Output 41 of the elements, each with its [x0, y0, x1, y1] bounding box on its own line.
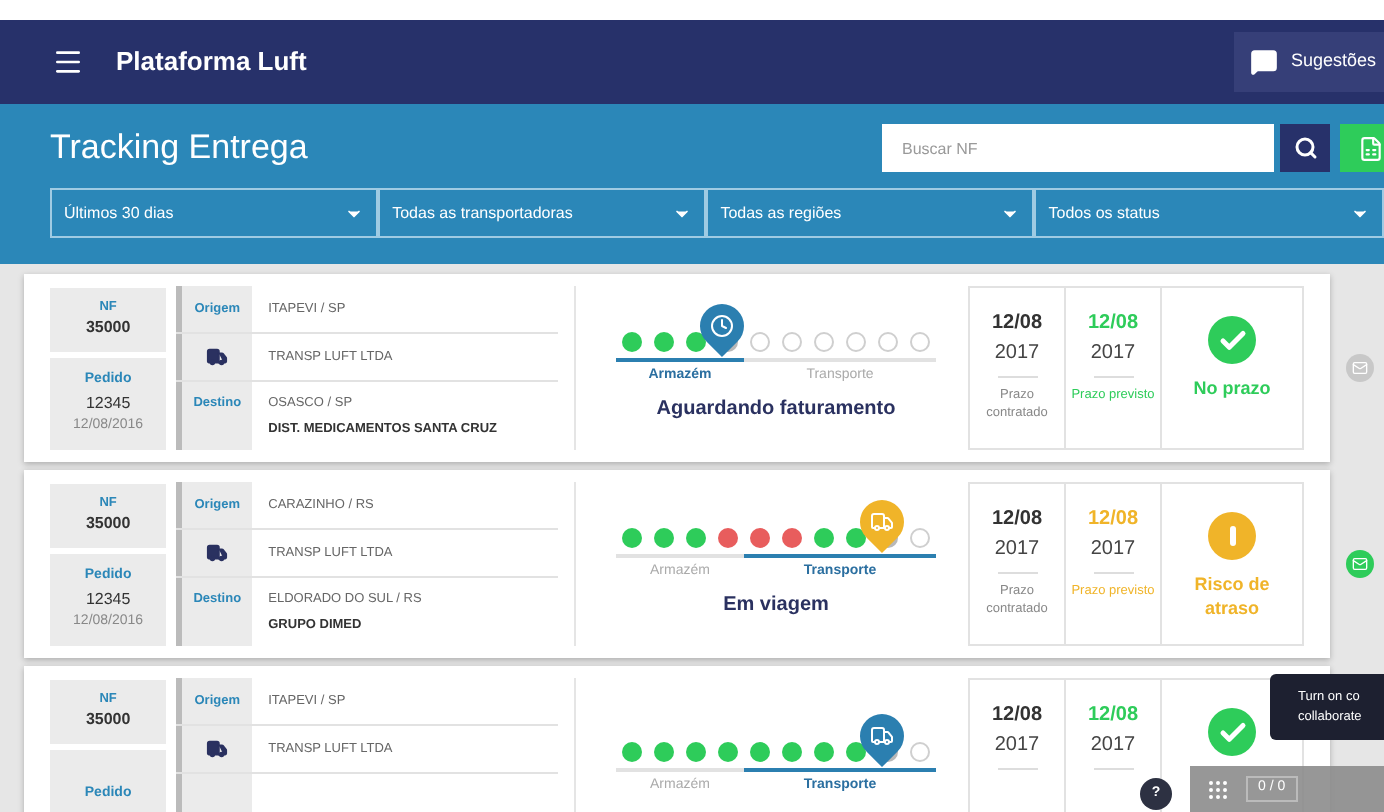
order-number: 12345 [85, 587, 131, 611]
truck-icon [206, 542, 229, 564]
shipment-status: Em viagem [723, 591, 829, 620]
date-year: 2017 [1090, 536, 1136, 564]
suggestions-button[interactable]: Sugestões [1234, 32, 1384, 92]
filter-dropdown[interactable]: Últimos 30 dias [50, 188, 379, 238]
date-year: 2017 [994, 732, 1040, 760]
order-number: 12345 [85, 391, 131, 415]
date-year: 2017 [994, 536, 1040, 564]
date-day: 12/08 [1087, 700, 1139, 730]
spreadsheet-export-button[interactable] [1340, 124, 1384, 172]
search-icon [1293, 136, 1317, 160]
page-title: Tracking Entrega [50, 126, 308, 171]
delivery-status: Risco de atraso [1192, 572, 1272, 620]
menu-icon[interactable] [52, 46, 84, 78]
search-button[interactable] [1280, 124, 1330, 172]
shipment-status: Aguardando faturamento [656, 395, 896, 424]
date-day: 12/08 [991, 308, 1043, 338]
message-icon[interactable] [1346, 550, 1374, 578]
spreadsheet-icon [1358, 135, 1384, 161]
date-day: 12/08 [991, 504, 1043, 534]
invoice-number: 35000 [85, 512, 131, 537]
delivery-status: No prazo [1191, 376, 1273, 400]
date-day: 12/08 [1087, 308, 1139, 338]
speech-bubble-icon [1250, 48, 1279, 76]
date-day: 12/08 [991, 700, 1043, 730]
app-title: Plataforma Luft [116, 44, 307, 81]
truck-icon [206, 738, 229, 760]
date-day: 12/08 [1087, 504, 1139, 534]
date-year: 2017 [994, 340, 1040, 368]
filter-dropdown[interactable]: Todas as transportadoras [378, 188, 707, 238]
grid-icon[interactable] [1206, 777, 1230, 801]
invoice-number: 35000 [85, 316, 131, 341]
filter-dropdown[interactable]: Todos os status [1034, 188, 1384, 238]
search-field[interactable]: Buscar NF [882, 124, 1274, 172]
invoice-number: 35000 [85, 708, 131, 733]
filter-dropdown[interactable]: Todas as regiões [706, 188, 1035, 238]
date-year: 2017 [1090, 732, 1136, 760]
truck-icon [206, 346, 229, 368]
date-year: 2017 [1090, 340, 1136, 368]
message-icon[interactable] [1346, 354, 1374, 382]
